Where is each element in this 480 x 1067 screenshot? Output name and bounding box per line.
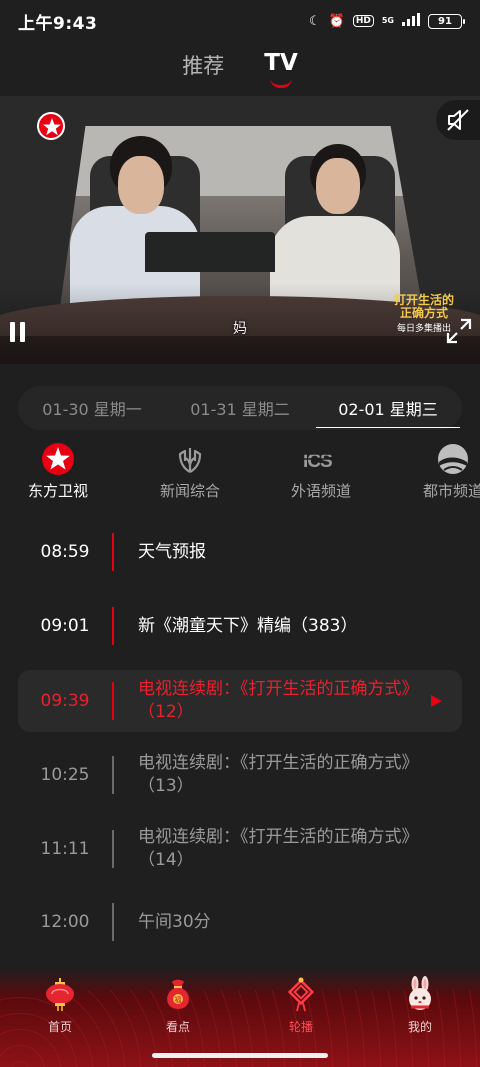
date-tab-0131[interactable]: 01-31 星期二 (166, 386, 314, 430)
nav-label: 我的 (407, 1020, 432, 1034)
dragon-tv-logo-icon (37, 112, 65, 140)
program-title: 电视连续剧：《打开生活的正确方式》（12） (138, 679, 410, 722)
channel-label: 外语频道 (290, 482, 351, 500)
status-icons: ☾ ⏰ HD 5G 91 (309, 12, 465, 30)
channel-item-news[interactable]: 新闻综合 (135, 442, 245, 501)
tab-label: 推荐 (182, 54, 225, 78)
lantern-icon (42, 976, 78, 1012)
status-time: 上午9:43 (18, 13, 98, 34)
program-row[interactable]: 09:01 新《潮童天下》精编（383） (18, 596, 462, 656)
nav-item-carousel[interactable]: 轮播 (261, 976, 341, 1035)
rabbit-icon (402, 976, 438, 1012)
program-row[interactable]: 10:25 电视连续剧：《打开生活的正确方式》（13） (18, 744, 462, 806)
ics-icon: ICS (301, 442, 341, 476)
news-tv-icon (173, 442, 207, 476)
date-selector: 01-30 星期一 01-31 星期二 02-01 星期三 (18, 386, 462, 430)
channel-list: 东方卫视 新闻综合 ICS 外语频道 都市频道 (0, 442, 480, 502)
hd-badge: HD (352, 15, 374, 27)
program-divider (112, 756, 114, 794)
channel-label: 都市频道 (422, 482, 480, 500)
svg-text:福: 福 (175, 995, 182, 1004)
city-tv-icon (436, 442, 470, 476)
top-tabs: 推荐 TV (0, 44, 480, 94)
program-time: 10:25 (40, 765, 90, 785)
lucky-bag-icon: 福 (160, 976, 196, 1012)
program-divider (112, 682, 114, 720)
program-row[interactable]: 08:59 天气预报 (18, 522, 462, 582)
program-title: 午间30分 (138, 911, 211, 932)
channel-item-dragon-tv[interactable]: 东方卫视 (3, 442, 113, 501)
date-tab-0201[interactable]: 02-01 星期三 (314, 386, 462, 430)
program-time: 09:01 (40, 616, 90, 636)
tab-label: TV (264, 50, 298, 76)
program-time: 08:59 (40, 542, 90, 562)
program-divider (112, 903, 114, 941)
network-label: 5G (381, 16, 394, 25)
dragon-tv-icon (41, 442, 75, 476)
pause-icon (10, 322, 15, 342)
program-title: 电视连续剧：《打开生活的正确方式》（14） (138, 827, 410, 870)
status-bar: 上午9:43 ☾ ⏰ HD 5G 91 (0, 0, 480, 42)
program-row[interactable]: 11:11 电视连续剧：《打开生活的正确方式》（14） (18, 818, 462, 880)
nav-label: 轮播 (288, 1020, 313, 1034)
program-divider (112, 607, 114, 645)
tab-tv[interactable]: TV (264, 44, 298, 90)
active-tab-indicator (270, 78, 292, 88)
program-title: 电视连续剧：《打开生活的正确方式》（13） (138, 753, 410, 796)
program-divider (112, 533, 114, 571)
program-row-current[interactable]: 09:39 电视连续剧：《打开生活的正确方式》（12） (18, 670, 462, 732)
channel-label: 新闻综合 (159, 482, 220, 500)
date-tab-0130[interactable]: 01-30 星期一 (18, 386, 166, 430)
program-time: 11:11 (40, 839, 90, 859)
nav-item-home[interactable]: 首页 (20, 976, 100, 1035)
watermark-title: 打开生活的正确方式 (394, 293, 455, 320)
video-player[interactable]: 打开生活的正确方式 每日多集播出 妈 (0, 96, 480, 364)
speaker-muted-icon (447, 109, 469, 131)
program-time: 12:00 (40, 912, 90, 932)
play-icon (431, 695, 442, 707)
mute-button[interactable] (436, 100, 480, 140)
battery-icon: 91 (428, 13, 465, 29)
fullscreen-icon[interactable] (446, 318, 472, 344)
nav-label: 看点 (165, 1020, 190, 1034)
program-time: 09:39 (40, 691, 90, 711)
nav-label: 首页 (47, 1020, 72, 1034)
program-title: 新《潮童天下》精编（383） (138, 615, 358, 636)
chinese-knot-icon (283, 976, 319, 1012)
program-row[interactable]: 12:00 午间30分 (18, 892, 462, 952)
program-title: 天气预报 (138, 541, 206, 562)
video-subtitle: 妈 (233, 321, 247, 337)
home-indicator[interactable] (152, 1053, 328, 1058)
pause-icon (20, 322, 25, 342)
tab-recommend[interactable]: 推荐 (182, 44, 224, 90)
moon-icon: ☾ (309, 13, 321, 29)
nav-item-discover[interactable]: 福 看点 (138, 976, 218, 1035)
alarm-icon: ⏰ (328, 13, 345, 29)
program-divider (112, 830, 114, 868)
nav-item-profile[interactable]: 我的 (380, 976, 460, 1035)
channel-item-city[interactable]: 都市频道 (398, 442, 480, 501)
pause-button[interactable] (10, 322, 30, 342)
signal-icon (402, 12, 420, 30)
channel-label: 东方卫视 (27, 482, 88, 500)
channel-item-ics[interactable]: ICS 外语频道 (266, 442, 376, 501)
